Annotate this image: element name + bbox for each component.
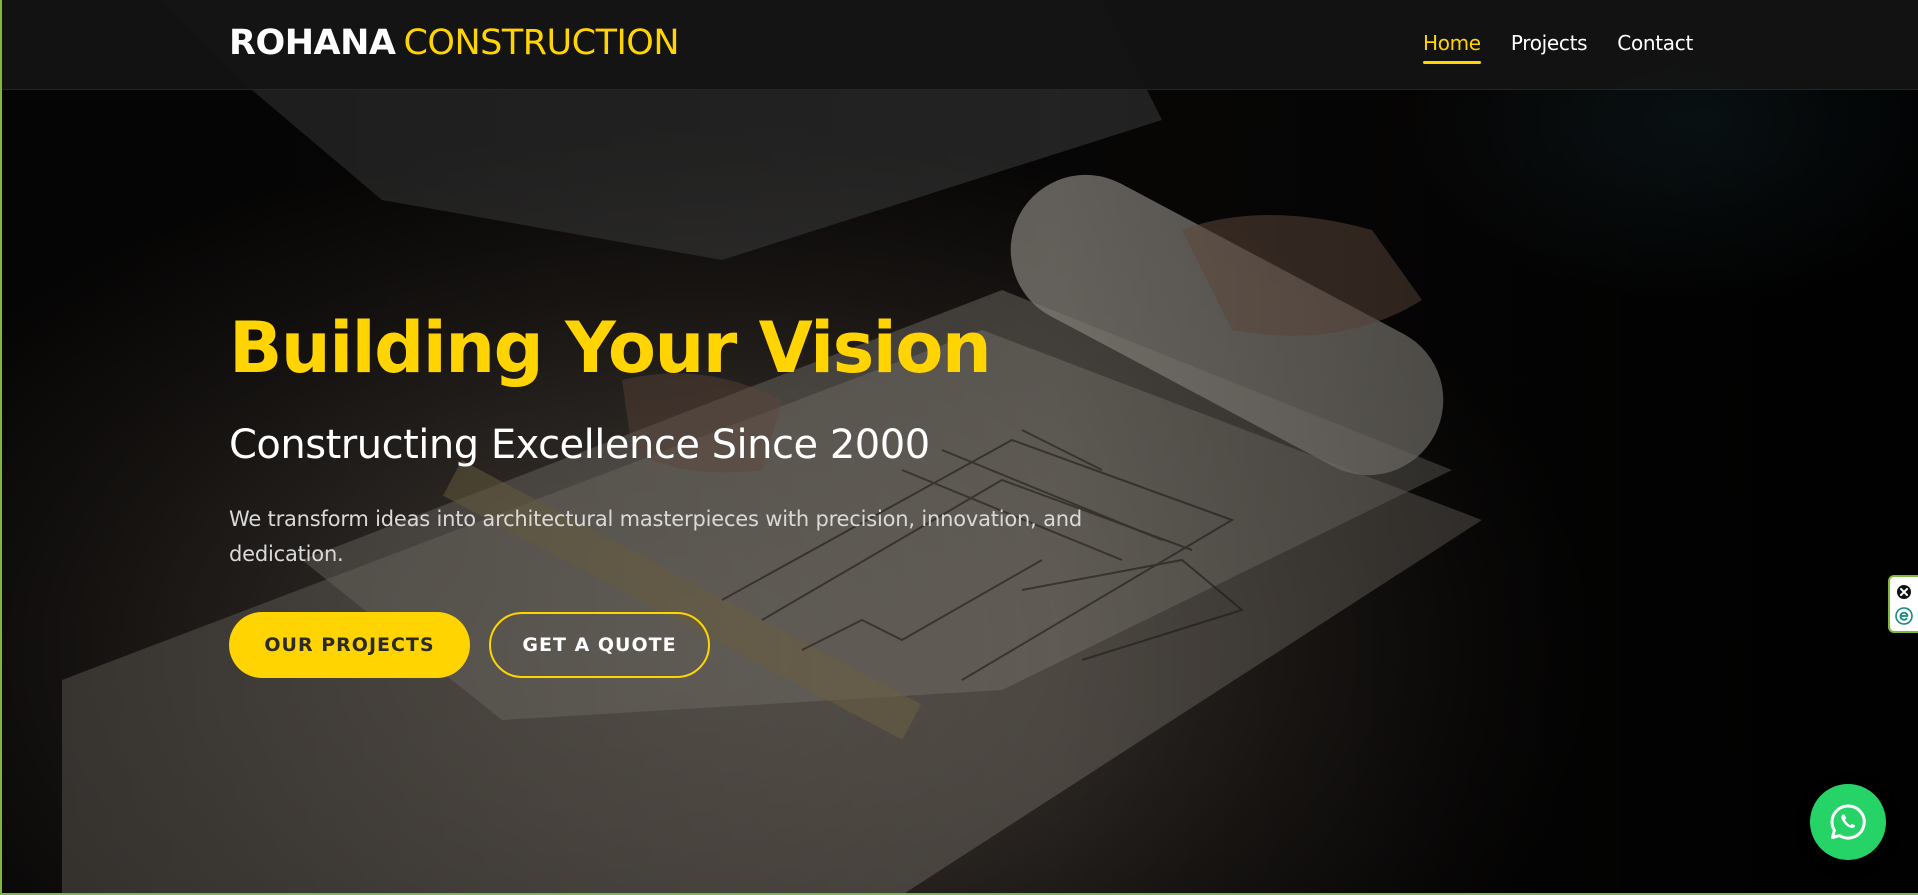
hero-buttons: OUR PROJECTS GET A QUOTE [229,612,1129,678]
site-header: ROHANA CONSTRUCTION Home Projects Contact [2,0,1918,90]
nav-item-home[interactable]: Home [1422,28,1481,64]
logo-light-text: CONSTRUCTION [403,23,680,63]
hero-title: Building Your Vision [229,307,992,389]
our-projects-button[interactable]: OUR PROJECTS [229,612,470,678]
page: ROHANA CONSTRUCTION Home Projects Contact… [0,0,1918,895]
e-icon[interactable] [1895,607,1913,625]
get-a-quote-button[interactable]: GET A QUOTE [489,612,710,678]
close-icon[interactable] [1895,583,1913,601]
whatsapp-icon [1830,804,1866,840]
nav-item-projects[interactable]: Projects [1511,28,1588,62]
side-widget [1888,575,1918,633]
hero-subtitle: Constructing Excellence Since 2000 [229,422,930,468]
nav-item-contact[interactable]: Contact [1617,28,1693,62]
whatsapp-button[interactable] [1810,784,1886,860]
logo-strong-text: ROHANA [229,23,396,63]
hero-description: We transform ideas into architectural ma… [229,507,1083,566]
main-nav: Home Projects Contact [1422,28,1693,64]
site-logo[interactable]: ROHANA CONSTRUCTION [229,21,680,65]
hero-section: Building Your Vision Constructing Excell… [229,300,1129,678]
